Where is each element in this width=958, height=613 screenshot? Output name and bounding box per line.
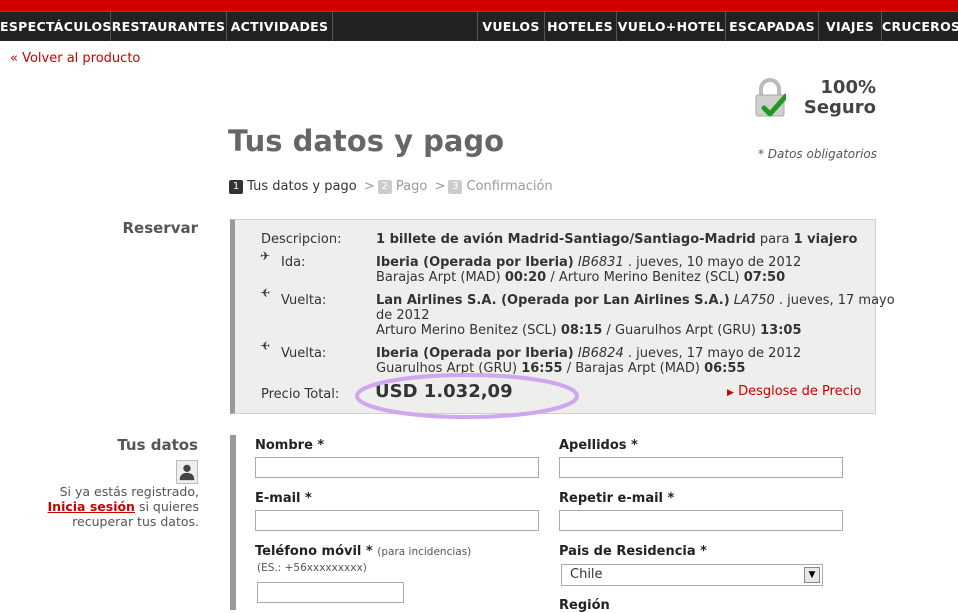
email-input[interactable] xyxy=(255,510,539,531)
flight-1-dep: 00:20 xyxy=(504,270,547,285)
flight-2-date: . jueves, 17 mayo xyxy=(778,293,895,308)
total-price-label: Precio Total: xyxy=(261,387,340,402)
main-nav: ESPECTÁCULOS RESTAURANTES ACTIVIDADES VU… xyxy=(0,11,958,41)
nombre-input[interactable] xyxy=(255,457,539,478)
page-title: Tus datos y pago xyxy=(228,124,505,158)
email-repeat-label: Repetir e-mail * xyxy=(559,491,675,506)
flight-3-airline: Iberia (Operada por Iberia) xyxy=(376,346,574,361)
back-to-product-link[interactable]: « Volver al producto xyxy=(10,51,140,66)
telefono-input[interactable] xyxy=(257,582,404,603)
description-label: Descripcion: xyxy=(261,232,342,247)
price-breakdown-label: Desglose de Precio xyxy=(738,384,862,399)
nav-vuelos[interactable]: VUELOS xyxy=(477,12,545,41)
form-left-bar xyxy=(230,435,236,610)
secure-percent: 100% xyxy=(820,77,876,98)
nav-actividades[interactable]: ACTIVIDADES xyxy=(227,12,333,41)
nav-cruceros[interactable]: CRUCEROS xyxy=(882,12,958,41)
nav-hoteles[interactable]: HOTELES xyxy=(544,12,617,41)
price-breakdown-link[interactable]: ▶ Desglose de Precio xyxy=(727,384,861,399)
secure-label: Seguro xyxy=(803,97,876,118)
nav-vuelo-hotel[interactable]: VUELO+HOTEL xyxy=(617,12,726,41)
highlight-ellipse xyxy=(355,373,579,419)
flight-2-from: Arturo Merino Benitez (SCL) xyxy=(376,323,557,338)
region-label: Región xyxy=(559,598,610,613)
nombre-label: Nombre * xyxy=(255,438,325,453)
step-2-number: 2 xyxy=(377,180,392,194)
flight-2-code: LA750 xyxy=(733,293,775,308)
flight-1-code: IB6831 xyxy=(577,255,624,270)
description-trip: 1 billete de avión Madrid-Santiago/Santi… xyxy=(376,232,756,247)
login-prompt: Si ya estás registrado, Inicia sesión si… xyxy=(40,484,199,529)
telefono-example: (ES.: +56xxxxxxxxx) xyxy=(257,562,367,574)
step-separator: > xyxy=(434,179,446,194)
flight-3-arr: 06:55 xyxy=(704,361,746,376)
top-red-strip xyxy=(0,0,958,11)
flight-1-line2: Barajas Arpt (MAD) 00:20 / Arturo Merino… xyxy=(376,270,786,285)
flight-2-date-cont: de 2012 xyxy=(376,308,430,323)
flight-1-from: Barajas Arpt (MAD) xyxy=(376,270,501,285)
reservar-heading: Reservar xyxy=(122,219,198,237)
flight-3-label: Vuelta: xyxy=(281,346,327,361)
login-link[interactable]: Inicia sesión xyxy=(48,499,135,514)
login-prompt-suffix: si quieres xyxy=(138,499,199,514)
step-3-label: Confirmación xyxy=(466,179,553,194)
description-text: 1 billete de avión Madrid-Santiago/Santi… xyxy=(376,232,857,247)
pais-selected-value: Chile xyxy=(570,567,603,582)
description-pax: 1 viajero xyxy=(793,232,858,247)
flight-3-to: Barajas Arpt (MAD) xyxy=(575,361,700,376)
telefono-label-text: Teléfono móvil * xyxy=(255,544,373,559)
flight-2-line2: Arturo Merino Benitez (SCL) 08:15 / Guar… xyxy=(376,323,802,338)
step-3-number: 3 xyxy=(448,180,463,194)
step-separator: > xyxy=(363,179,375,194)
flight-1-line1: Iberia (Operada por Iberia) IB6831 . jue… xyxy=(376,255,801,270)
flight-2-airline: Lan Airlines S.A. (Operada por Lan Airli… xyxy=(376,293,730,308)
flight-3-date: . jueves, 17 mayo de 2012 xyxy=(627,346,802,361)
telefono-label: Teléfono móvil * (para incidencias) xyxy=(255,544,471,559)
step-1-number: 1 xyxy=(229,180,243,194)
telefono-hint: (para incidencias) xyxy=(377,546,472,558)
apellidos-label: Apellidos * xyxy=(559,438,638,453)
checkout-steps: 1 Tus datos y pago >2 Pago >3 Confirmaci… xyxy=(229,179,553,194)
login-prompt-line3: recuperar tus datos. xyxy=(72,514,199,529)
mandatory-note: * Datos obligatorios xyxy=(757,147,877,161)
flight-2-arr: 13:05 xyxy=(760,323,802,338)
user-icon xyxy=(176,460,198,484)
step-2-label: Pago xyxy=(395,179,428,194)
plane-outbound-icon: ✈ xyxy=(260,249,271,263)
flight-2-to: Guarulhos Arpt (GRU) xyxy=(614,323,756,338)
flight-1-date: . jueves, 10 mayo de 2012 xyxy=(627,255,802,270)
nav-escapadas[interactable]: ESCAPADAS xyxy=(726,12,819,41)
email-label: E-mail * xyxy=(255,491,312,506)
nav-restaurantes[interactable]: RESTAURANTES xyxy=(111,12,227,41)
flight-1-to: Arturo Merino Benitez (SCL) xyxy=(558,270,740,285)
flight-1-label: Ida: xyxy=(281,255,306,270)
login-prompt-line2: Inicia sesión si quieres xyxy=(40,499,199,514)
chevron-down-icon[interactable]: ▼ xyxy=(804,567,820,583)
plane-return-icon: ✈ xyxy=(260,339,271,353)
email-repeat-input[interactable] xyxy=(559,510,843,531)
padlock-check-icon xyxy=(755,78,786,117)
flight-2-line1: Lan Airlines S.A. (Operada por Lan Airli… xyxy=(376,293,895,308)
step-1-label: Tus datos y pago xyxy=(247,179,357,194)
flight-2-label: Vuelta: xyxy=(281,293,327,308)
triangle-right-icon: ▶ xyxy=(727,388,734,398)
flight-3-line1: Iberia (Operada por Iberia) IB6824 . jue… xyxy=(376,346,801,361)
login-prompt-line1: Si ya estás registrado, xyxy=(59,484,199,499)
flight-2-dep: 08:15 xyxy=(560,323,603,338)
pais-select[interactable]: Chile ▼ xyxy=(561,564,823,586)
tus-datos-heading: Tus datos xyxy=(117,436,198,454)
apellidos-input[interactable] xyxy=(559,457,843,478)
nav-viajes[interactable]: VIAJES xyxy=(819,12,882,41)
pais-label: Pais de Residencia * xyxy=(559,544,707,559)
plane-return-icon: ✈ xyxy=(260,286,271,300)
flight-1-airline: Iberia (Operada por Iberia) xyxy=(376,255,574,270)
flight-3-code: IB6824 xyxy=(577,346,624,361)
description-for: para xyxy=(759,232,790,247)
nav-espectaculos[interactable]: ESPECTÁCULOS xyxy=(0,12,111,41)
flight-1-arr: 07:50 xyxy=(743,270,786,285)
